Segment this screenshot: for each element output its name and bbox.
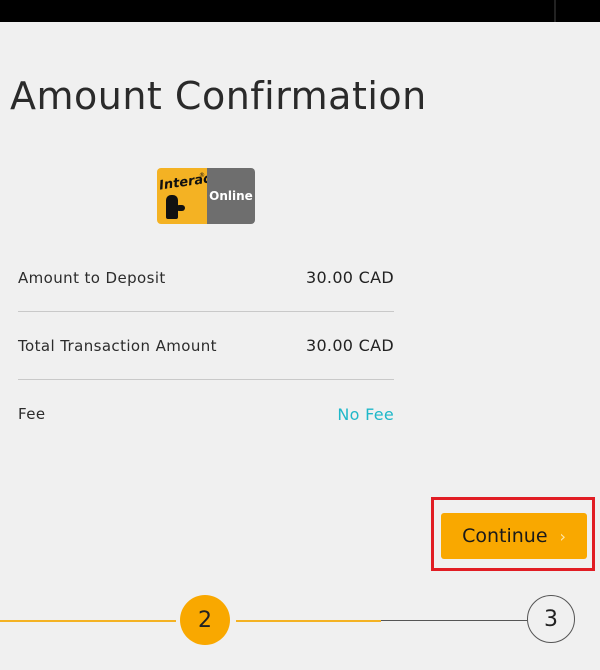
- summary-row-fee: Fee No Fee: [18, 380, 394, 448]
- interac-online-logo: Interac ® Online: [157, 168, 255, 224]
- hand-icon: [166, 195, 185, 219]
- continue-button-label: Continue: [462, 525, 548, 547]
- top-bar-corner: [554, 0, 600, 22]
- chevron-right-icon: ›: [559, 526, 566, 546]
- amount-summary: Amount to Deposit 30.00 CAD Total Transa…: [18, 244, 394, 448]
- amount-to-deposit-value: 30.00 CAD: [305, 268, 394, 287]
- registered-mark: ®: [199, 172, 205, 179]
- amount-to-deposit-label: Amount to Deposit: [18, 268, 166, 287]
- stepper-line-upcoming: [381, 620, 527, 621]
- fee-value: No Fee: [337, 404, 394, 424]
- stepper-line-completed: [0, 620, 176, 622]
- page-title: Amount Confirmation: [10, 74, 427, 118]
- summary-row-amount-to-deposit: Amount to Deposit 30.00 CAD: [18, 244, 394, 312]
- step-current: 2: [180, 595, 230, 645]
- fee-label: Fee: [18, 405, 46, 423]
- interac-online-label: Online: [209, 189, 253, 203]
- summary-row-total-transaction-amount: Total Transaction Amount 30.00 CAD: [18, 312, 394, 380]
- step-next: 3: [527, 595, 575, 643]
- interac-logo-mark: Interac ®: [157, 168, 207, 224]
- total-transaction-amount-value: 30.00 CAD: [305, 336, 394, 355]
- interac-online-label-box: Online: [207, 168, 255, 224]
- continue-button[interactable]: Continue ›: [441, 513, 587, 559]
- total-transaction-amount-label: Total Transaction Amount: [18, 336, 217, 355]
- stepper-line-current: [236, 620, 381, 622]
- top-bar: [0, 0, 600, 22]
